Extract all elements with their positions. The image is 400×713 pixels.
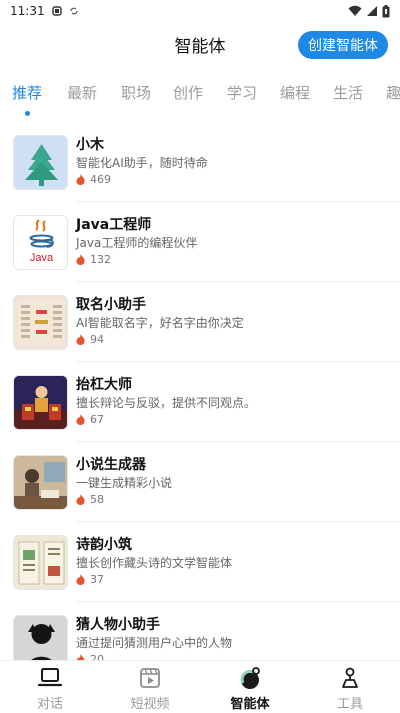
create-agent-button[interactable]: 创建智能体	[298, 31, 388, 59]
nav-tools[interactable]: 工具	[300, 665, 400, 712]
nav-label: 对话	[36, 697, 63, 712]
agent-name: 小说生成器	[76, 457, 146, 473]
popularity-count: 94	[90, 333, 104, 346]
bottom-navigation: 对话 短视频 智能体 工具	[0, 660, 400, 713]
nav-short-video[interactable]: 短视频	[100, 665, 200, 712]
tab-study[interactable]: 学习	[227, 82, 257, 103]
agent-name: 猜人物小助手	[76, 617, 160, 633]
agent-row-poetry[interactable]: 诗韵小筑 擅长创作藏头诗的文学智能体 37	[0, 522, 400, 602]
agent-row-xiaomu[interactable]: 小木 智能化AI助手，随时待命 469	[0, 122, 400, 202]
signal-icon	[367, 6, 377, 16]
nav-agents[interactable]: 智能体	[200, 665, 300, 712]
laptop-icon	[37, 668, 63, 687]
agent-name: 抬杠大师	[76, 377, 132, 393]
svg-text:Java: Java	[30, 252, 54, 264]
popularity: 58	[76, 493, 104, 506]
agent-row-guess[interactable]: 猜人物小助手 通过提问猜测用户心中的人物 20	[0, 602, 400, 660]
agent-name: Java工程师	[76, 217, 152, 233]
fire-icon	[76, 254, 85, 265]
agent-row-java[interactable]: Java Java工程师 Java工程师的编程伙伴 132	[0, 202, 400, 282]
tab-recommend[interactable]: 推荐	[12, 82, 42, 103]
agent-name: 小木	[76, 137, 104, 153]
popularity: 469	[76, 173, 111, 186]
agent-name: 取名小助手	[76, 297, 146, 313]
agent-row-naming[interactable]: 取名小助手 AI智能取名字，好名字由你决定 94	[0, 282, 400, 362]
status-bar: 11:31	[0, 0, 400, 22]
nav-label: 智能体	[230, 697, 270, 712]
video-icon	[140, 668, 160, 688]
java-logo-icon: Java	[13, 215, 68, 270]
sync-icon	[69, 7, 78, 15]
nav-chat[interactable]: 对话	[0, 665, 100, 712]
category-tabs: 推荐 最新 职场 创作 学习 编程 生活 趣	[0, 76, 400, 116]
agent-description: Java工程师的编程伙伴	[76, 236, 198, 250]
agent-description: AI智能取名字，好名字由你决定	[76, 316, 244, 330]
tools-icon	[342, 667, 358, 688]
agent-list: 小木 智能化AI助手，随时待命 469 Java Java工程师 Java工程师…	[0, 122, 400, 660]
poetry-scroll-icon	[13, 535, 68, 590]
battery-icon	[382, 4, 390, 17]
nav-label: 工具	[336, 697, 363, 712]
status-left: 11:31	[10, 4, 79, 18]
fire-icon	[76, 414, 85, 425]
agent-description: 智能化AI助手，随时待命	[76, 156, 208, 170]
active-tab-indicator	[25, 111, 30, 116]
header: 智能体 创建智能体	[0, 22, 400, 68]
tab-programming[interactable]: 编程	[280, 82, 310, 103]
nav-label: 短视频	[130, 697, 170, 712]
fire-icon	[76, 174, 85, 185]
agent-name: 诗韵小筑	[76, 537, 132, 553]
tab-fun[interactable]: 趣	[386, 82, 400, 103]
clock: 11:31	[10, 4, 45, 18]
agent-row-debate[interactable]: 抬杠大师 擅长辩论与反驳，提供不同观点。 67	[0, 362, 400, 442]
popularity-count: 37	[90, 573, 104, 586]
popularity-count: 20	[90, 653, 104, 660]
tab-latest[interactable]: 最新	[67, 82, 97, 103]
agent-description: 一键生成精彩小说	[76, 476, 173, 490]
notification-icon	[51, 6, 62, 16]
fire-icon	[76, 494, 85, 505]
naming-chart-icon	[13, 295, 68, 350]
popularity: 132	[76, 253, 111, 266]
agent-description: 擅长创作藏头诗的文学智能体	[76, 556, 233, 570]
popularity-count: 58	[90, 493, 104, 506]
popularity-count: 469	[90, 173, 111, 186]
agent-description: 擅长辩论与反驳，提供不同观点。	[76, 396, 257, 410]
agent-row-novel[interactable]: 小说生成器 一键生成精彩小说 58	[0, 442, 400, 522]
agent-icon	[240, 667, 260, 689]
agent-description: 通过提问猜测用户心中的人物	[76, 636, 233, 650]
wifi-icon	[348, 5, 362, 16]
popularity: 20	[76, 653, 104, 660]
writer-desk-icon	[13, 455, 68, 510]
silhouette-icon	[13, 615, 68, 660]
debate-stage-icon	[13, 375, 68, 430]
tree-avatar-icon	[13, 135, 68, 190]
fire-icon	[76, 334, 85, 345]
tab-life[interactable]: 生活	[333, 82, 363, 103]
popularity: 94	[76, 333, 104, 346]
popularity-count: 67	[90, 413, 104, 426]
popularity: 37	[76, 573, 104, 586]
popularity-count: 132	[90, 253, 111, 266]
tab-workplace[interactable]: 职场	[121, 82, 151, 103]
fire-icon	[76, 574, 85, 585]
status-right	[348, 4, 390, 18]
popularity: 67	[76, 413, 104, 426]
tab-creation[interactable]: 创作	[173, 82, 203, 103]
